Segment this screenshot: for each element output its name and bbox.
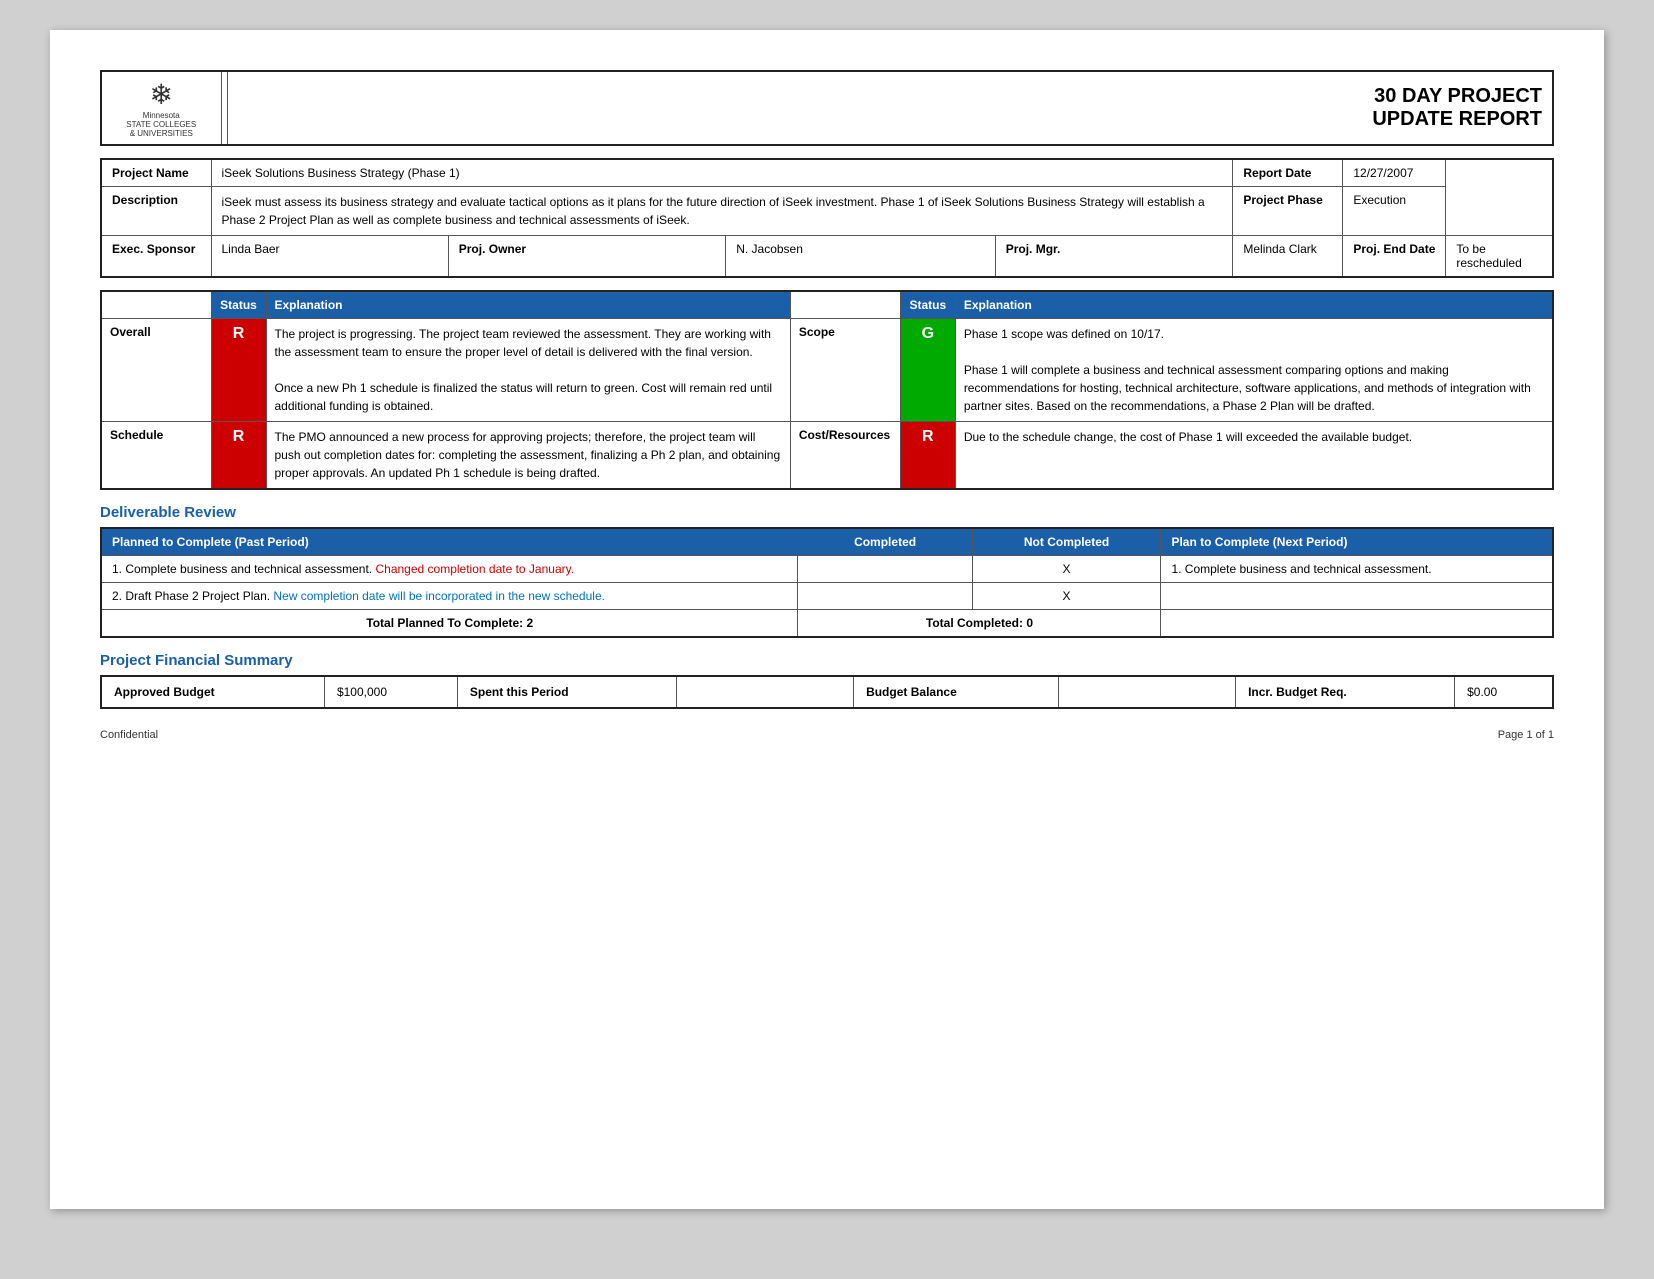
status-row-1: Overall R The project is progressing. Th… (101, 319, 1553, 422)
budget-balance-label: Budget Balance (854, 676, 1059, 708)
deliverable-footer-row: Total Planned To Complete: 2 Total Compl… (101, 610, 1553, 638)
spent-value (676, 676, 853, 708)
spent-label: Spent this Period (457, 676, 676, 708)
snowflake-icon: ❄ (112, 78, 211, 111)
header-table: ❄ Minnesota STATE COLLEGES & UNIVERSITIE… (100, 70, 1554, 146)
schedule-explanation: The PMO announced a new process for appr… (266, 422, 790, 490)
del-col-next: Plan to Complete (Next Period) (1161, 528, 1553, 556)
report-date-label: Report Date (1233, 159, 1343, 187)
proj-mgr-label: Proj. Mgr. (995, 236, 1233, 278)
scope-explanation: Phase 1 scope was defined on 10/17.Phase… (955, 319, 1553, 422)
overall-label: Overall (101, 319, 211, 422)
project-phase-value: Execution (1343, 187, 1446, 236)
logo-text-line1: Minnesota (112, 111, 211, 120)
cost-status: R (900, 422, 955, 490)
project-name-value: iSeek Solutions Business Strategy (Phase… (211, 159, 1233, 187)
del-item-2-changed: New completion date will be incorporated… (273, 589, 605, 603)
description-value: iSeek must assess its business strategy … (211, 187, 1233, 236)
explanation-col1-header: Explanation (266, 291, 790, 319)
logo-text-line3: & UNIVERSITIES (112, 129, 211, 138)
del-item-2-text: 2. Draft Phase 2 Project Plan. New compl… (101, 583, 798, 610)
del-col-not-completed: Not Completed (972, 528, 1161, 556)
incr-budget-value: $0.00 (1455, 676, 1553, 708)
deliverable-table: Planned to Complete (Past Period) Comple… (100, 527, 1554, 638)
approved-budget-value: $100,000 (324, 676, 457, 708)
cost-label: Cost/Resources (790, 422, 900, 490)
financial-section-title: Project Financial Summary (100, 652, 1554, 669)
proj-end-date-value: To be rescheduled (1446, 236, 1553, 278)
logo-text-line2: STATE COLLEGES (112, 120, 211, 129)
report-page: ❄ Minnesota STATE COLLEGES & UNIVERSITIE… (50, 30, 1604, 1209)
footer-confidential: Confidential (100, 729, 158, 741)
approved-budget-label: Approved Budget (101, 676, 324, 708)
del-footer-right (1161, 610, 1553, 638)
exec-sponsor-label: Exec. Sponsor (101, 236, 211, 278)
exec-sponsor-value: Linda Baer (211, 236, 448, 278)
del-col-planned: Planned to Complete (Past Period) (101, 528, 798, 556)
status-table: Status Explanation Status Explanation Ov… (100, 290, 1554, 490)
report-title-line1: 30 DAY PROJECT (238, 85, 1542, 108)
proj-owner-label: Proj. Owner (448, 236, 725, 278)
del-item-1-completed (798, 556, 972, 583)
proj-end-date-label: Proj. End Date (1343, 236, 1446, 278)
schedule-label: Schedule (101, 422, 211, 490)
scope-status: G (900, 319, 955, 422)
del-item-1-next: 1. Complete business and technical asses… (1161, 556, 1553, 583)
proj-mgr-value: Melinda Clark (1233, 236, 1343, 278)
project-phase-label: Project Phase (1233, 187, 1343, 236)
cost-explanation: Due to the schedule change, the cost of … (955, 422, 1553, 490)
schedule-status: R (211, 422, 266, 490)
del-footer-center: Total Completed: 0 (798, 610, 1161, 638)
overall-status: R (211, 319, 266, 422)
del-item-2-next (1161, 583, 1553, 610)
del-item-2-not-completed: X (972, 583, 1161, 610)
overall-explanation: The project is progressing. The project … (266, 319, 790, 422)
del-item-2-completed (798, 583, 972, 610)
financial-table: Approved Budget $100,000 Spent this Peri… (100, 675, 1554, 709)
del-col-completed: Completed (798, 528, 972, 556)
budget-balance-value (1058, 676, 1235, 708)
logo-cell: ❄ Minnesota STATE COLLEGES & UNIVERSITIE… (101, 71, 221, 145)
report-date-value: 12/27/2007 (1343, 159, 1446, 187)
status-col2-header: Status (900, 291, 955, 319)
del-footer-left: Total Planned To Complete: 2 (101, 610, 798, 638)
del-item-1-not-completed: X (972, 556, 1161, 583)
project-info-table: Project Name iSeek Solutions Business St… (100, 158, 1554, 278)
explanation-col2-header: Explanation (955, 291, 1553, 319)
footer-page: Page 1 of 1 (1498, 729, 1554, 741)
description-label: Description (101, 187, 211, 236)
scope-label: Scope (790, 319, 900, 422)
proj-owner-value: N. Jacobsen (726, 236, 996, 278)
deliverable-section-title: Deliverable Review (100, 504, 1554, 521)
report-title-cell: 30 DAY PROJECT UPDATE REPORT (228, 71, 1553, 145)
report-title-line2: UPDATE REPORT (238, 108, 1542, 131)
spacer-cell (221, 71, 228, 145)
deliverable-row-2: 2. Draft Phase 2 Project Plan. New compl… (101, 583, 1553, 610)
del-item-1-text: 1. Complete business and technical asses… (101, 556, 798, 583)
status-row-2: Schedule R The PMO announced a new proce… (101, 422, 1553, 490)
status-col1-header: Status (211, 291, 266, 319)
status-empty-right-label (790, 291, 900, 319)
project-name-label: Project Name (101, 159, 211, 187)
del-item-1-changed: Changed completion date to January. (375, 562, 574, 576)
page-footer: Confidential Page 1 of 1 (100, 729, 1554, 741)
incr-budget-label: Incr. Budget Req. (1236, 676, 1455, 708)
deliverable-row-1: 1. Complete business and technical asses… (101, 556, 1553, 583)
status-empty-left (101, 291, 211, 319)
